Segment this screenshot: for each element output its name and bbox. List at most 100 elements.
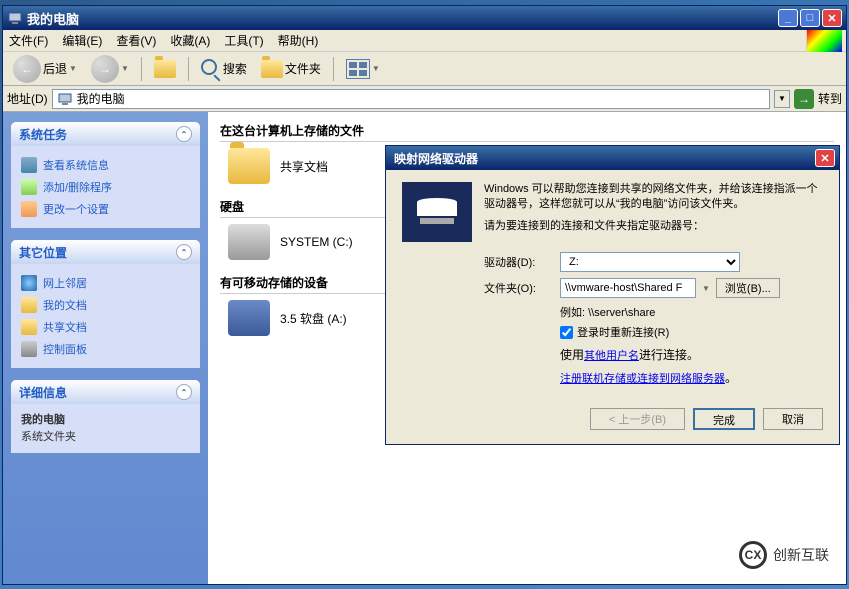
go-label: 转到	[818, 90, 842, 107]
computer-icon	[57, 91, 73, 107]
item-label: SYSTEM (C:)	[280, 235, 353, 249]
folder-dropdown-icon[interactable]: ▼	[702, 284, 710, 293]
address-value: 我的电脑	[77, 90, 125, 107]
reconnect-checkbox[interactable]	[560, 326, 573, 339]
docs-icon	[21, 297, 37, 313]
search-icon	[201, 59, 221, 79]
corner-logo: CX 创新互联	[729, 535, 839, 575]
section-stored-title: 在这台计算机上存储的文件	[220, 122, 834, 142]
forward-button[interactable]: → ▼	[87, 53, 133, 85]
search-button[interactable]: 搜索	[197, 57, 251, 81]
item-label: 更改一个设置	[43, 201, 109, 217]
item-label: 网上邻居	[43, 275, 87, 291]
drive-select[interactable]: Z:	[560, 252, 740, 272]
menu-edit[interactable]: 编辑(E)	[62, 32, 102, 49]
minimize-button[interactable]: _	[778, 9, 798, 27]
addremove-icon	[21, 179, 37, 195]
address-bar: 地址(D) 我的电脑 ▼ → 转到	[3, 86, 846, 112]
sidebar-item-sysinfo[interactable]: 查看系统信息	[21, 154, 190, 176]
menu-tools[interactable]: 工具(T)	[224, 32, 263, 49]
finish-button[interactable]: 完成	[693, 408, 755, 430]
desc-line1: Windows 可以帮助您连接到共享的网络文件夹，并给该连接指派一个驱动器号，这…	[484, 182, 823, 213]
item-label: 控制面板	[43, 341, 87, 357]
other-title: 其它位置	[19, 244, 67, 261]
chevron-up-icon: ⌃	[176, 384, 192, 400]
views-dropdown-icon: ▼	[372, 64, 380, 73]
cancel-button[interactable]: 取消	[763, 408, 823, 430]
folders-button[interactable]: 文件夹	[257, 58, 325, 80]
sidebar-item-mydocs[interactable]: 我的文档	[21, 294, 190, 316]
sidebar-item-network[interactable]: 网上邻居	[21, 272, 190, 294]
forward-icon: →	[91, 55, 119, 83]
folder-label: 文件夹(O):	[484, 280, 554, 296]
titlebar[interactable]: 我的电脑 _ □ ✕	[3, 6, 846, 30]
menu-help[interactable]: 帮助(H)	[278, 32, 319, 49]
menu-favorites[interactable]: 收藏(A)	[170, 32, 210, 49]
sidebar: 系统任务 ⌃ 查看系统信息 添加/删除程序 更改一个设置 其它位置 ⌃ 网上邻居…	[3, 112, 208, 584]
network-drive-icon	[402, 182, 472, 242]
menu-view[interactable]: 查看(V)	[116, 32, 156, 49]
details-type: 系统文件夹	[21, 429, 190, 446]
sidebar-item-controlpanel[interactable]: 控制面板	[21, 338, 190, 360]
window-title: 我的电脑	[27, 9, 776, 28]
address-dropdown[interactable]: ▼	[774, 90, 790, 108]
address-label: 地址(D)	[7, 90, 48, 107]
details-pane: 详细信息 ⌃ 我的电脑 系统文件夹	[11, 380, 200, 453]
other-user-link[interactable]: 其他用户名	[584, 350, 639, 362]
other-places-pane: 其它位置 ⌃ 网上邻居 我的文档 共享文档 控制面板	[11, 240, 200, 368]
floppy-icon	[228, 300, 270, 336]
sidebar-item-changesetting[interactable]: 更改一个设置	[21, 198, 190, 220]
separator	[333, 57, 334, 81]
folders-label: 文件夹	[285, 60, 321, 77]
item-label: 查看系统信息	[43, 157, 109, 173]
docs-icon	[21, 319, 37, 335]
desc-line2: 请为要连接到的连接和文件夹指定驱动器号：	[484, 219, 823, 234]
drive-label: 驱动器(D):	[484, 254, 554, 270]
back-dropdown-icon: ▼	[69, 64, 77, 73]
details-header[interactable]: 详细信息 ⌃	[11, 380, 200, 404]
sidebar-item-shared[interactable]: 共享文档	[21, 316, 190, 338]
dialog-titlebar[interactable]: 映射网络驱动器 ✕	[386, 146, 839, 170]
example-text: 例如: \\server\share	[560, 304, 823, 320]
item-label: 共享文档	[43, 319, 87, 335]
dialog-description: Windows 可以帮助您连接到共享的网络文件夹，并给该连接指派一个驱动器号，这…	[484, 182, 823, 242]
tasks-header[interactable]: 系统任务 ⌃	[11, 122, 200, 146]
tasks-pane: 系统任务 ⌃ 查看系统信息 添加/删除程序 更改一个设置	[11, 122, 200, 228]
panel-icon	[21, 341, 37, 357]
item-label: 3.5 软盘 (A:)	[280, 310, 347, 327]
menu-file[interactable]: 文件(F)	[9, 32, 48, 49]
map-network-drive-dialog: 映射网络驱动器 ✕ Windows 可以帮助您连接到共享的网络文件夹，并给该连接…	[385, 145, 840, 445]
chevron-up-icon: ⌃	[176, 244, 192, 260]
computer-icon	[7, 10, 23, 26]
windows-flag-icon	[806, 30, 842, 52]
toolbar: ← 后退 ▼ → ▼ 搜索 文件夹 ▼	[3, 52, 846, 86]
close-button[interactable]: ✕	[822, 9, 842, 27]
other-user-prefix: 使用	[560, 348, 584, 362]
logo-text: 创新互联	[773, 545, 829, 565]
other-header[interactable]: 其它位置 ⌃	[11, 240, 200, 264]
logo-icon: CX	[739, 541, 767, 569]
details-name: 我的电脑	[21, 412, 190, 429]
maximize-button[interactable]: □	[800, 9, 820, 27]
search-label: 搜索	[223, 60, 247, 77]
chevron-up-icon: ⌃	[176, 126, 192, 142]
go-button[interactable]: →	[794, 89, 814, 109]
item-label: 共享文档	[280, 158, 328, 175]
period: 。	[725, 371, 737, 385]
forward-dropdown-icon: ▼	[121, 64, 129, 73]
reconnect-label: 登录时重新连接(R)	[577, 324, 669, 340]
address-input[interactable]: 我的电脑	[52, 89, 770, 109]
hdd-icon	[228, 224, 270, 260]
separator	[141, 57, 142, 81]
menubar: 文件(F) 编辑(E) 查看(V) 收藏(A) 工具(T) 帮助(H)	[3, 30, 846, 52]
views-button[interactable]: ▼	[342, 57, 384, 81]
browse-button[interactable]: 浏览(B)...	[716, 278, 780, 298]
back-button[interactable]: ← 后退 ▼	[9, 53, 81, 85]
dialog-close-button[interactable]: ✕	[815, 149, 835, 167]
item-label: 我的文档	[43, 297, 87, 313]
sidebar-item-addremove[interactable]: 添加/删除程序	[21, 176, 190, 198]
storage-link[interactable]: 注册联机存储或连接到网络服务器	[560, 373, 725, 385]
folder-input[interactable]	[560, 278, 696, 298]
dialog-footer: < 上一步(B) 完成 取消	[386, 398, 839, 444]
up-button[interactable]	[150, 58, 180, 80]
